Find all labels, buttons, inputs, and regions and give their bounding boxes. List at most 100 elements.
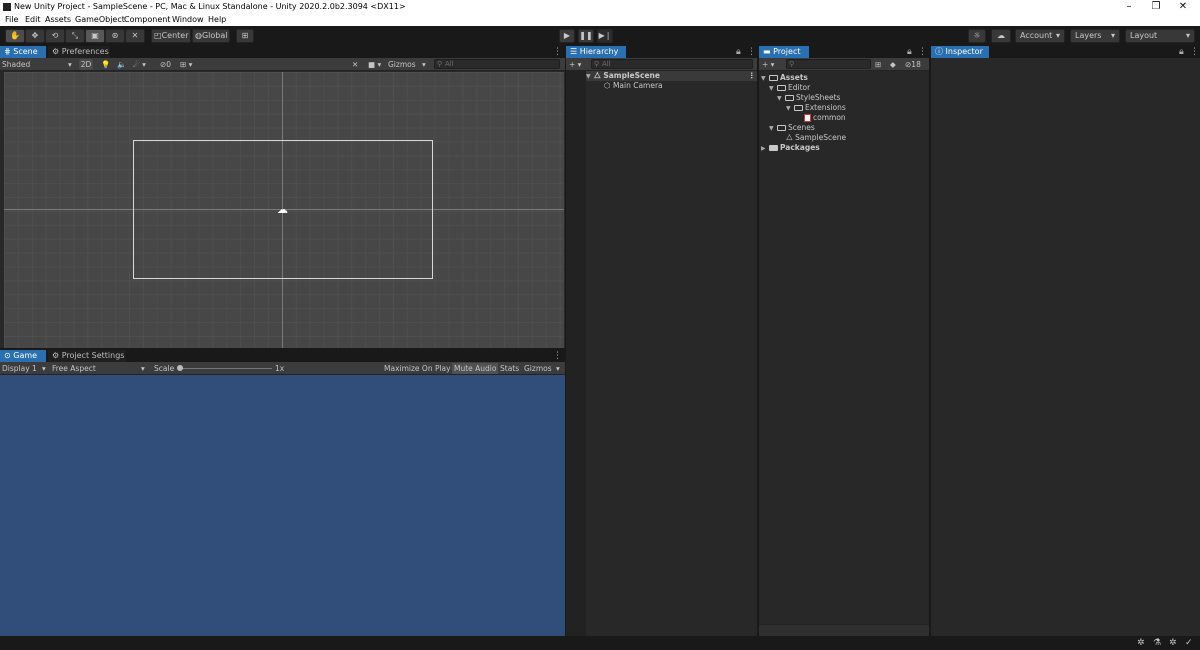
pivot-center-button[interactable]: ◰Center (151, 29, 191, 43)
mute-audio-toggle[interactable]: Mute Audio (452, 363, 499, 374)
hand-tool-icon[interactable]: ✋ (5, 29, 25, 43)
tab-inspector[interactable]: ⓘ Inspector (931, 46, 989, 58)
cache-server-icon[interactable]: ✲ (1169, 638, 1177, 648)
camera-gizmo-icon[interactable]: ☁ (277, 203, 288, 216)
tab-hierarchy[interactable]: ☰ Hierarchy (566, 46, 626, 58)
move-tool-icon[interactable]: ✥ (25, 29, 45, 43)
game-panel: ⊙ Game ⚙ Project Settings ⋮ Display 1 ▾ F… (0, 350, 565, 636)
create-asset-button[interactable]: + ▾ (762, 59, 774, 70)
project-folder-stylesheets[interactable]: ▼ StyleSheets (777, 93, 840, 103)
kebab-menu-icon[interactable]: ⋮ (747, 47, 756, 57)
project-folder-editor[interactable]: ▼ Editor (769, 83, 810, 93)
scale-slider-track[interactable] (178, 368, 272, 369)
scale-slider-handle[interactable] (177, 365, 183, 371)
close-button[interactable]: ✕ (1170, 0, 1196, 14)
maximize-button[interactable]: ❐ (1143, 0, 1169, 14)
rect-tool-icon[interactable]: ▣ (85, 29, 105, 43)
menu-file[interactable]: File (5, 15, 18, 24)
chevron-down-icon: ▾ (1110, 31, 1115, 40)
maximize-on-play-toggle[interactable]: Maximize On Play (384, 363, 451, 374)
fold-open-icon: ▼ (786, 105, 791, 112)
scene-search-input[interactable]: ⚲ All (434, 59, 560, 69)
play-button[interactable]: ▶ (559, 29, 575, 43)
cube-icon: ⬡ (604, 81, 613, 90)
folder-icon: ▬ (763, 47, 774, 56)
lock-icon[interactable]: 🔒︎ (736, 47, 741, 57)
camera-settings-icon[interactable]: ■ ▾ (368, 59, 381, 70)
game-gizmos-dropdown[interactable]: Gizmos ▾ (524, 363, 564, 374)
cloud-icon[interactable]: ☁ (991, 29, 1011, 43)
tab-scene[interactable]: ⋕ Scene (0, 46, 46, 58)
bug-icon[interactable]: ✲ (1137, 638, 1145, 648)
shading-mode-dropdown[interactable]: Shaded ▾ (2, 59, 74, 70)
2d-toggle[interactable]: 2D (79, 59, 93, 70)
stats-toggle[interactable]: Stats (500, 363, 519, 374)
project-file-common[interactable]: common (804, 113, 846, 123)
hidden-objects-toggle[interactable]: ⊘0 (160, 59, 171, 70)
menu-edit[interactable]: Edit (25, 15, 41, 24)
filter-by-label-icon[interactable]: ◆ (890, 59, 896, 70)
project-search-input[interactable]: ⚲ (786, 59, 871, 69)
menu-help[interactable]: Help (208, 15, 226, 24)
transform-tool-icon[interactable]: ⊛ (105, 29, 125, 43)
project-file-samplescene[interactable]: ⧊ SampleScene (786, 133, 846, 143)
step-button[interactable]: ▶❘ (597, 29, 613, 43)
kebab-menu-icon[interactable]: ⋮ (553, 351, 562, 361)
display-dropdown[interactable]: Display 1 ▾ (2, 363, 48, 374)
lighting-icon[interactable]: 💡 (101, 59, 110, 70)
tab-project-settings[interactable]: ⚙ Project Settings (48, 350, 126, 362)
tools-icon[interactable]: ✕ (352, 59, 358, 70)
custom-tool-icon[interactable]: ✕ (125, 29, 145, 43)
fold-open-icon: ▼ (769, 125, 774, 132)
project-folder-extensions[interactable]: ▼ Extensions (786, 103, 846, 113)
hierarchy-item-samplescene[interactable]: ▼ ⧊ SampleScene ⋮ (586, 71, 757, 81)
check-icon[interactable]: ✓ (1185, 638, 1193, 648)
pause-button[interactable]: ❚❚ (578, 29, 594, 43)
menu-window[interactable]: Window (172, 15, 204, 24)
tab-project[interactable]: ▬ Project (759, 46, 809, 58)
filter-by-type-icon[interactable]: ⊞ (875, 59, 881, 70)
lock-icon[interactable]: 🔒︎ (1179, 47, 1184, 57)
tab-preferences[interactable]: ⚙ Preferences (48, 46, 110, 58)
folder-label: Packages (780, 143, 820, 152)
add-object-button[interactable]: + ▾ (569, 59, 581, 70)
search-icon: ⚲ (789, 60, 795, 68)
project-folder-packages[interactable]: ▶ Packages (761, 143, 820, 153)
minimize-button[interactable]: – (1116, 0, 1142, 14)
gizmos-dropdown[interactable]: Gizmos ▾ (388, 59, 428, 70)
pivot-global-button[interactable]: ◍Global (192, 29, 230, 43)
auto-generate-lighting-icon[interactable]: ⚗ (1153, 638, 1161, 648)
status-bar: ✲ ⚗ ✲ ✓ (0, 636, 1200, 650)
scene-viewport[interactable]: ☁ (4, 72, 564, 348)
account-dropdown[interactable]: Account ▾ (1015, 29, 1065, 43)
audio-icon[interactable]: 🔈 (117, 59, 126, 70)
kebab-menu-icon[interactable]: ⋮ (553, 47, 562, 57)
layout-dropdown[interactable]: Layout ▾ (1125, 29, 1195, 43)
tab-preferences-label: Preferences (61, 47, 109, 56)
menu-assets[interactable]: Assets (45, 15, 71, 24)
grid-snap-icon[interactable]: ⊞ (236, 29, 254, 43)
grid-toggle-icon[interactable]: ⊞ ▾ (180, 59, 192, 70)
tab-game[interactable]: ⊙ Game (0, 350, 46, 362)
folder-open-icon (777, 125, 786, 131)
project-folder-scenes[interactable]: ▼ Scenes (769, 123, 815, 133)
layers-dropdown[interactable]: Layers ▾ (1070, 29, 1120, 43)
kebab-menu-icon[interactable]: ⋮ (918, 47, 927, 57)
hierarchy-item-main-camera[interactable]: ⬡ Main Camera (604, 81, 663, 91)
collab-icon[interactable]: ☼ (968, 29, 986, 43)
kebab-menu-icon[interactable]: ⋮ (1190, 47, 1199, 57)
hierarchy-search-input[interactable]: ⚲ All (591, 59, 753, 69)
hidden-packages-toggle[interactable]: ⊘18 (905, 59, 921, 70)
menu-gameobject[interactable]: GameObject (75, 15, 125, 24)
kebab-menu-icon[interactable]: ⋮ (748, 71, 756, 81)
project-folder-assets[interactable]: ▼ Assets (761, 73, 808, 83)
lock-icon[interactable]: 🔒︎ (907, 47, 912, 57)
hidden-packages-count: 18 (911, 60, 921, 69)
scale-tool-icon[interactable]: ⤡ (65, 29, 85, 43)
effects-icon[interactable]: ☄ ▾ (133, 59, 146, 70)
rotate-tool-icon[interactable]: ⟲ (45, 29, 65, 43)
aspect-dropdown[interactable]: Free Aspect ▾ (52, 363, 148, 374)
menu-component[interactable]: Component (124, 15, 170, 24)
hierarchy-toolbar: + ▾ ⚲ All (566, 58, 757, 71)
chevron-down-icon: ▾ (556, 364, 560, 373)
